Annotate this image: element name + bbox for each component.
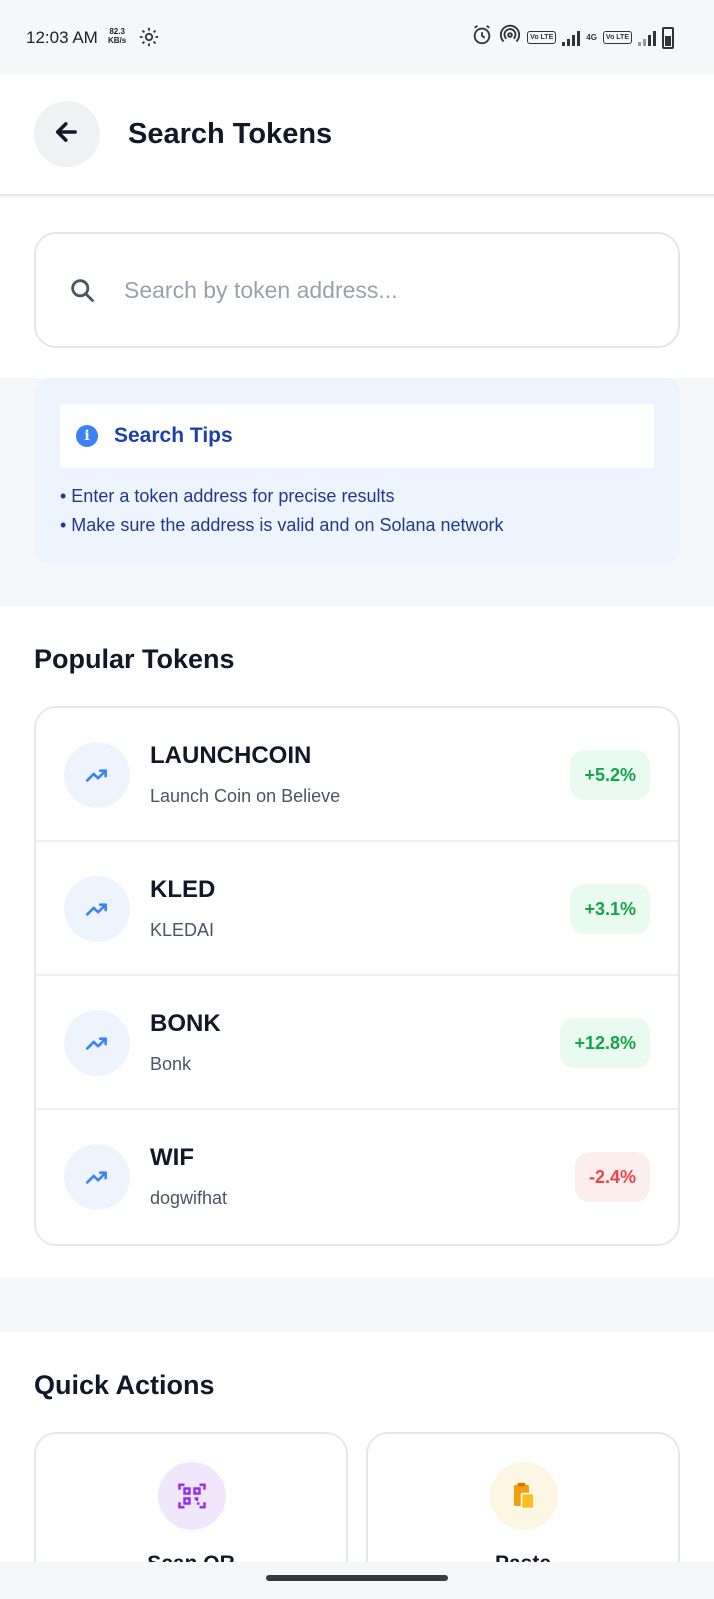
- token-name: dogwifhat: [150, 1188, 228, 1208]
- section-title-popular: Popular Tokens: [34, 644, 235, 674]
- clipboard-icon: [490, 1462, 558, 1530]
- token-name: KLEDAI: [150, 920, 215, 940]
- page-title: Search Tokens: [128, 118, 333, 150]
- token-name: Launch Coin on Believe: [150, 786, 341, 806]
- back-button[interactable]: [34, 101, 100, 167]
- status-icons: Vo LTE 4G Vo LTE: [471, 24, 674, 51]
- status-bar: 12:03 AM 82.3 KB/s Vo LTE 4G Vo LTE: [0, 0, 714, 74]
- price-change-badge: +12.8%: [560, 1018, 650, 1068]
- price-change-badge: +5.2%: [570, 750, 650, 800]
- trending-up-icon: [64, 742, 130, 808]
- paste-button[interactable]: Paste: [366, 1432, 680, 1562]
- token-name: Bonk: [150, 1054, 192, 1074]
- network-speed-value: 82.3: [109, 27, 125, 36]
- token-symbol: KLED: [150, 876, 216, 903]
- token-row-bonk[interactable]: BONK Bonk +12.8%: [36, 976, 678, 1110]
- network-type: 4G: [586, 32, 597, 42]
- section-title-quick-actions: Quick Actions: [34, 1370, 215, 1400]
- signal-icon: [562, 30, 581, 46]
- token-symbol: BONK: [150, 1010, 221, 1037]
- search-icon: [68, 276, 96, 309]
- popular-tokens-section: Popular Tokens LAUNCHCOIN Launch Coin on…: [0, 606, 714, 1278]
- trending-up-icon: [64, 876, 130, 942]
- token-list: LAUNCHCOIN Launch Coin on Believe +5.2% …: [34, 706, 680, 1246]
- tips-title: Search Tips: [114, 424, 233, 447]
- price-change-badge: -2.4%: [574, 1152, 650, 1202]
- network-speed-unit: KB/s: [108, 36, 127, 45]
- token-row-launchcoin[interactable]: LAUNCHCOIN Launch Coin on Believe +5.2%: [36, 708, 678, 842]
- qr-code-icon: [158, 1462, 226, 1530]
- scan-qr-button[interactable]: Scan QR: [34, 1432, 348, 1562]
- token-row-kled[interactable]: KLED KLEDAI +3.1%: [36, 842, 678, 976]
- section-divider: [0, 1278, 714, 1332]
- tips-section: i Search Tips • Enter a token address fo…: [0, 378, 714, 606]
- battery-icon: [662, 26, 674, 49]
- tip-item: • Make sure the address is valid and on …: [60, 515, 504, 535]
- status-time: 12:03 AM: [26, 28, 98, 47]
- quick-actions-section: Quick Actions Scan QR Paste: [0, 1332, 714, 1562]
- hotspot-icon: [499, 24, 521, 51]
- action-label: Scan QR: [36, 1552, 346, 1562]
- token-row-wif[interactable]: WIF dogwifhat -2.4%: [36, 1110, 678, 1244]
- tips-header: i Search Tips: [60, 404, 654, 468]
- home-gesture-handle[interactable]: [266, 1575, 448, 1581]
- info-icon: i: [76, 425, 98, 447]
- tip-item: • Enter a token address for precise resu…: [60, 486, 395, 506]
- network-speed: 82.3 KB/s: [108, 27, 126, 45]
- gear-icon: [138, 26, 160, 53]
- price-change-badge: +3.1%: [570, 884, 650, 934]
- alarm-icon: [471, 24, 493, 51]
- search-section: [0, 198, 714, 378]
- volte-badge-2: Vo LTE: [602, 31, 632, 44]
- search-box[interactable]: [34, 232, 680, 348]
- signal-icon-2: [638, 30, 656, 46]
- app-header: Search Tokens: [0, 74, 714, 196]
- token-symbol: LAUNCHCOIN: [150, 742, 312, 769]
- action-label: Paste: [368, 1552, 678, 1562]
- search-tips-card: i Search Tips • Enter a token address fo…: [34, 378, 680, 564]
- arrow-left-icon: [53, 118, 81, 151]
- trending-up-icon: [64, 1144, 130, 1210]
- volte-badge: Vo LTE: [527, 31, 557, 44]
- token-symbol: WIF: [150, 1144, 194, 1171]
- system-nav-bar: [0, 1562, 714, 1599]
- trending-up-icon: [64, 1010, 130, 1076]
- search-input[interactable]: [124, 272, 644, 308]
